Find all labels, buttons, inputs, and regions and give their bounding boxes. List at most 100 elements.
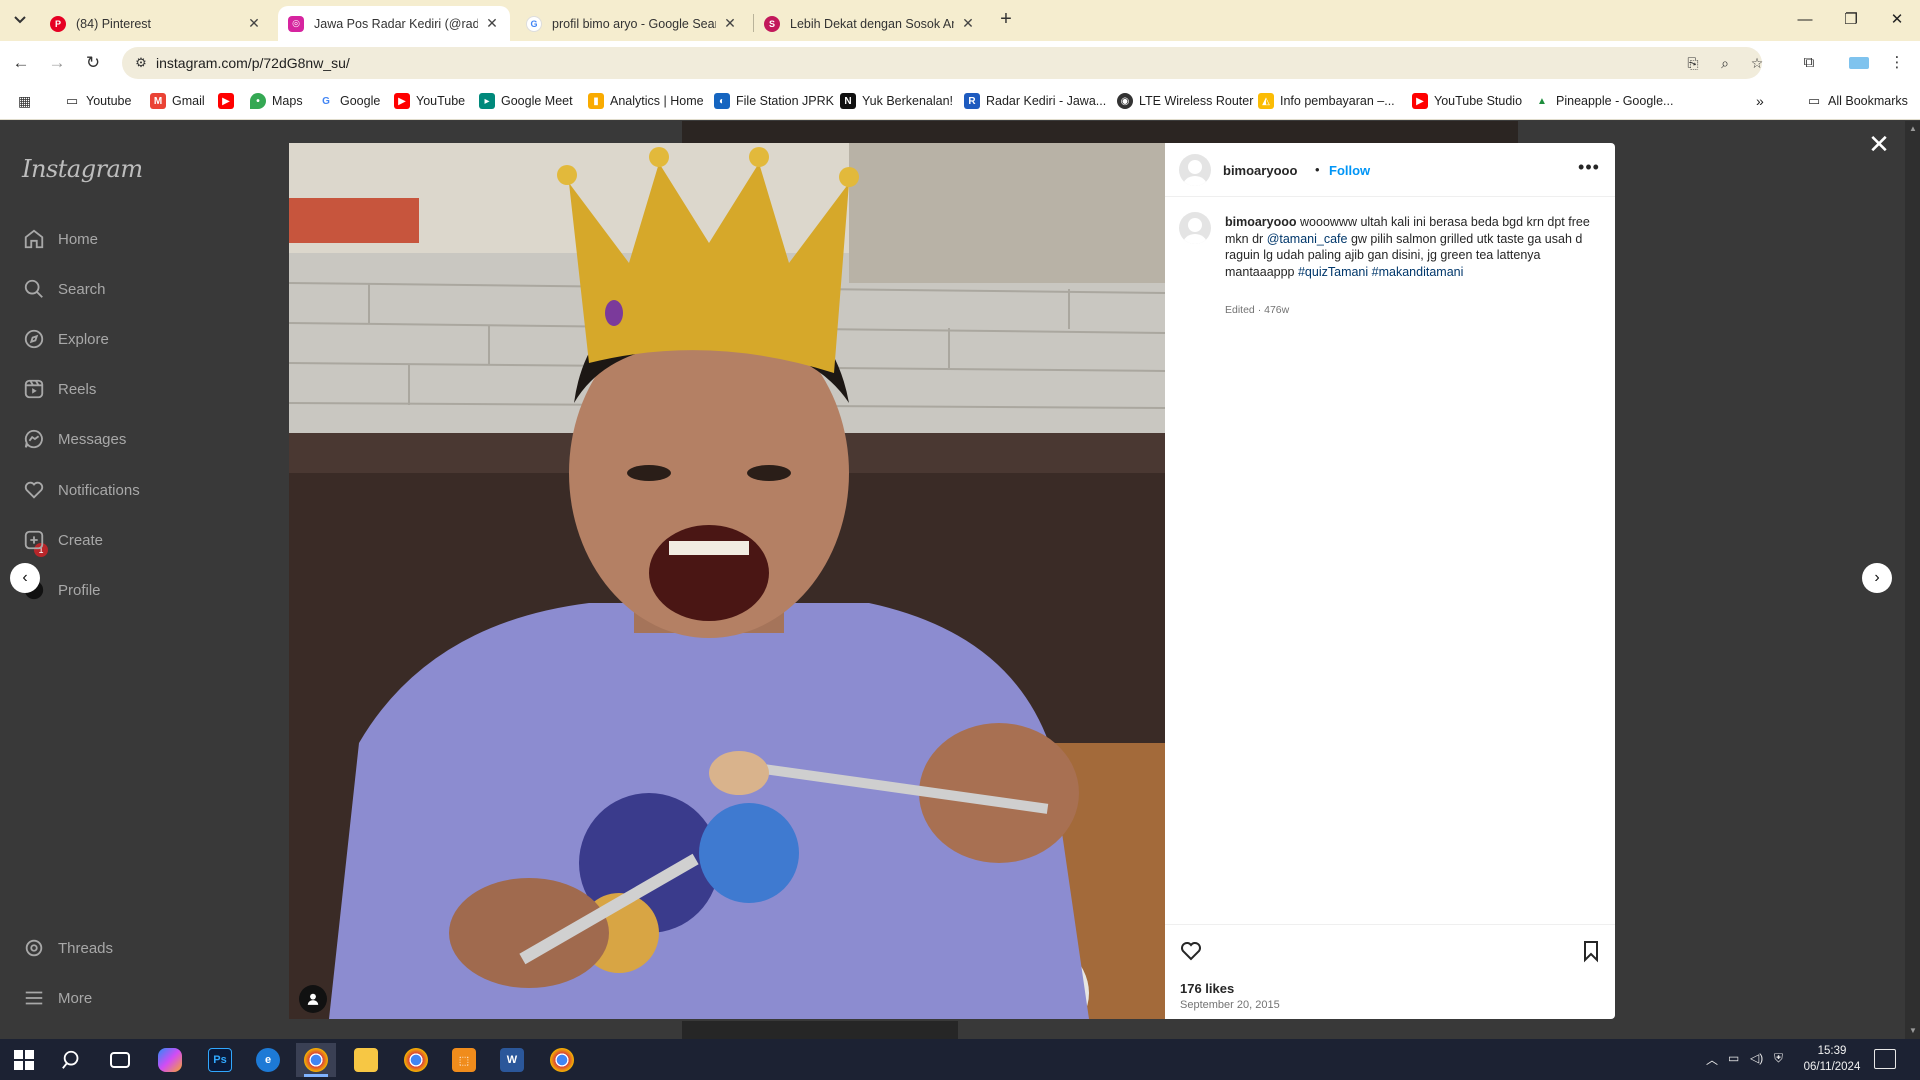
photoshop-icon[interactable]: Ps [200,1043,240,1077]
tab-search-button[interactable] [8,8,32,32]
copilot-icon[interactable] [150,1043,190,1077]
new-tab-button[interactable]: + [994,8,1018,32]
caption-username[interactable]: bimoaryooo [1225,215,1297,229]
hashtag-link[interactable]: #makanditamani [1372,265,1464,279]
tab-instagram[interactable]: ◎ Jawa Pos Radar Kediri (@radark ✕ [278,6,510,41]
nav-notifications[interactable]: Notifications [22,478,140,502]
security-icon[interactable]: ⛨ [1774,1051,1783,1066]
next-post-button[interactable]: › [1862,563,1892,593]
profile-avatar[interactable] [1846,50,1872,76]
search-taskbar-icon[interactable] [52,1043,92,1077]
word-icon[interactable]: W [492,1043,532,1077]
close-tab-icon[interactable]: ✕ [484,15,500,32]
save-bookmark-icon[interactable] [1579,939,1605,965]
windows-taskbar: Ps e ⬚ W ︿ ▭ ◁) ⛨ 15:39 06/11/2024 [0,1039,1920,1080]
author-avatar[interactable] [1179,154,1211,186]
nav-threads[interactable]: Threads [22,936,113,960]
author-username[interactable]: bimoaryooo [1223,163,1297,178]
previous-post-button[interactable]: ‹ [10,563,40,593]
chrome-profile-icon[interactable] [396,1043,436,1077]
address-bar[interactable]: ⚙ instagram.com/p/72dG8nw_su/ ⎘ ⌕ ☆ [122,47,1763,79]
tab-google-search[interactable]: G profil bimo aryo - Google Searc ✕ [516,6,748,41]
tab-pinterest[interactable]: P (84) Pinterest ✕ [40,6,272,41]
site-info-icon[interactable]: ⚙ [132,54,150,72]
bookmark-google[interactable]: G Google [318,93,380,109]
like-heart-icon[interactable] [1179,939,1205,965]
post-photo[interactable] [289,143,1165,1019]
hashtag-link[interactable]: #quizTamani [1298,265,1368,279]
bookmark-file-station[interactable]: ◐ File Station JPRK [714,93,834,109]
scroll-down-arrow-icon[interactable]: ▼ [1909,1026,1917,1035]
tagged-users-icon[interactable] [299,985,327,1013]
more-options-icon[interactable]: ••• [1577,157,1601,181]
nav-home[interactable]: Home [22,227,98,251]
nav-explore[interactable]: Explore [22,327,109,351]
volume-icon[interactable]: ◁) [1750,1051,1763,1065]
bookmark-label: Pineapple - Google... [1556,94,1674,108]
page-scrollbar[interactable]: ▲ ▼ [1905,121,1920,1039]
reload-button[interactable]: ↻ [80,50,106,76]
tray-overflow-icon[interactable]: ︿ [1706,1051,1718,1068]
instagram-logo[interactable]: Instagram [22,155,143,183]
bookmark-maps[interactable]: • Maps [250,93,303,109]
notifications-icon[interactable] [1874,1049,1896,1069]
edge-icon[interactable]: e [248,1043,288,1077]
extensions-icon[interactable]: ⧉ [1796,50,1822,76]
likes-count[interactable]: 176 likes [1180,981,1234,996]
background-feed [682,1021,958,1039]
forward-button[interactable]: → [44,50,70,76]
close-window-button[interactable]: ✕ [1874,6,1920,34]
bookmark-notion[interactable]: N Yuk Berkenalan! [840,93,953,109]
nav-messages[interactable]: Messages [22,427,126,451]
restore-button[interactable]: ❐ [1828,6,1874,34]
all-bookmarks-button[interactable]: ▭ All Bookmarks [1806,93,1908,109]
nav-reels[interactable]: Reels [22,377,96,401]
start-button[interactable] [4,1043,44,1077]
nav-label: Home [58,230,99,248]
bookmark-info-pembayaran[interactable]: ◭ Info pembayaran –... [1258,93,1395,109]
system-clock[interactable]: 15:39 06/11/2024 [1802,1043,1862,1075]
nav-search[interactable]: Search [22,277,106,301]
search-icon [22,277,46,301]
network-icon[interactable]: ▭ [1728,1051,1739,1065]
url-text[interactable]: instagram.com/p/72dG8nw_su/ [156,55,350,71]
close-tab-icon[interactable]: ✕ [246,15,262,32]
bookmark-gmail[interactable]: M Gmail [150,93,205,109]
bookmark-youtube-folder[interactable]: ▭ Youtube [64,93,132,109]
follow-button[interactable]: Follow [1329,163,1370,178]
caption-avatar[interactable] [1179,212,1211,244]
chrome-taskbar-icon[interactable] [296,1043,336,1077]
bookmark-lte-router[interactable]: ◉ LTE Wireless Router [1117,93,1253,109]
apps-icon[interactable]: ▦ [18,93,31,110]
nav-label: Explore [58,330,109,348]
app-orange-icon[interactable]: ⬚ [444,1043,484,1077]
install-app-icon[interactable]: ⎘ [1682,52,1704,74]
tab-article[interactable]: S Lebih Dekat dengan Sosok Arie ✕ [754,6,986,41]
nav-more[interactable]: More [22,986,92,1010]
bookmark-google-meet[interactable]: ▸ Google Meet [479,93,573,109]
bookmark-radar-kediri[interactable]: R Radar Kediri - Jawa... [964,93,1106,109]
close-modal-button[interactable]: ✕ [1866,131,1892,157]
close-tab-icon[interactable]: ✕ [960,15,976,32]
caption-mention-link[interactable]: @tamani_cafe [1267,232,1348,246]
chrome-app-icon[interactable] [542,1043,582,1077]
nav-create[interactable]: Create [22,528,103,552]
scroll-up-arrow-icon[interactable]: ▲ [1909,124,1917,133]
bookmark-label: Radar Kediri - Jawa... [986,94,1107,108]
file-explorer-icon[interactable] [346,1043,386,1077]
bookmark-analytics[interactable]: ▮ Analytics | Home [588,93,704,109]
bookmark-pineapple-drive[interactable]: ▲ Pineapple - Google... [1534,93,1673,109]
browser-menu-icon[interactable]: ⋮ [1884,50,1910,76]
bookmarks-overflow-button[interactable]: » [1756,93,1764,109]
minimize-button[interactable]: — [1782,6,1828,34]
post-actions: 176 likes September 20, 2015 [1165,924,1615,1019]
bookmark-youtube-studio[interactable]: ▶ YouTube Studio [1412,93,1522,109]
bookmark-star-icon[interactable]: ☆ [1746,52,1768,74]
zoom-icon[interactable]: ⌕ [1714,52,1736,74]
bookmark-youtube[interactable]: ▶ [218,93,240,109]
reels-icon [22,377,46,401]
close-tab-icon[interactable]: ✕ [722,15,738,32]
bookmark-youtube-2[interactable]: ▶ YouTube [394,93,465,109]
back-button[interactable]: ← [8,50,34,76]
task-view-icon[interactable] [100,1043,140,1077]
